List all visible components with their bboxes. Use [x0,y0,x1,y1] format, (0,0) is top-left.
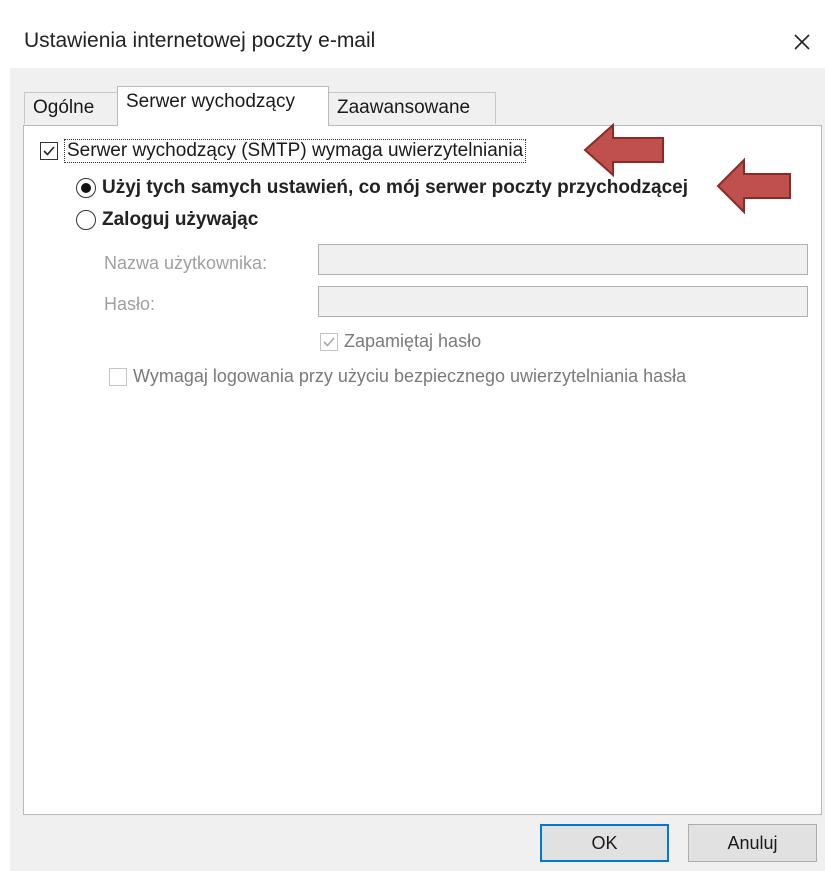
checkmark-icon [43,146,55,156]
tab-ogolne-label: Ogólne [33,97,95,118]
remember-row[interactable]: Zapamiętaj hasło [320,331,481,352]
cancel-button-label: Anuluj [727,832,778,853]
smtp-auth-row[interactable]: Serwer wychodzący (SMTP) wymaga uwierzyt… [40,139,527,163]
annotation-arrow-icon [583,123,664,177]
ok-button[interactable]: OK [540,824,669,862]
password-label: Hasło: [104,294,156,314]
tab-serwer-wychodzacy-label: Serwer wychodzący [126,91,295,112]
top-strip [0,0,825,8]
remember-checkbox[interactable] [320,332,338,351]
radio-same-settings[interactable] [76,178,96,198]
remember-label: Zapamiętaj hasło [344,331,482,351]
close-button[interactable] [779,22,825,62]
dialog-left-edge [0,68,10,871]
radio-login-row[interactable]: Zaloguj używając [76,209,258,231]
tab-zaawansowane[interactable]: Zaawansowane [328,92,496,124]
cancel-button[interactable]: Anuluj [688,824,817,862]
tab-serwer-wychodzacy[interactable]: Serwer wychodzący [117,86,329,126]
close-icon [794,34,810,50]
title-bar: Ustawienia internetowej poczty e-mail [0,8,825,68]
checkmark-icon [323,336,335,347]
ok-button-label: OK [591,832,618,853]
spa-label: Wymagaj logowania przy użyciu bezpieczne… [133,366,687,386]
username-label: Nazwa użytkownika: [104,253,268,273]
radio-same-settings-row[interactable]: Użyj tych samych ustawień, co mój serwer… [76,177,688,199]
tab-ogolne[interactable]: Ogólne [24,92,118,124]
username-input[interactable] [318,244,808,275]
radio-selected-dot [81,183,91,193]
radio-login[interactable] [76,210,96,230]
tab-zaawansowane-label: Zaawansowane [337,97,471,118]
annotation-arrow-icon [716,158,791,214]
spa-row[interactable]: Wymagaj logowania przy użyciu bezpieczne… [109,366,686,387]
username-label-row: Nazwa użytkownika: [104,253,267,274]
radio-same-settings-label: Użyj tych samych ustawień, co mój serwer… [102,177,689,198]
password-label-row: Hasło: [104,294,155,315]
smtp-auth-checkbox[interactable] [40,142,58,160]
window-title: Ustawienia internetowej poczty e-mail [24,29,376,52]
password-input[interactable] [318,286,808,317]
smtp-auth-label: Serwer wychodzący (SMTP) wymaga uwierzyt… [64,139,527,163]
radio-login-label: Zaloguj używając [102,209,259,230]
spa-checkbox[interactable] [109,367,127,386]
